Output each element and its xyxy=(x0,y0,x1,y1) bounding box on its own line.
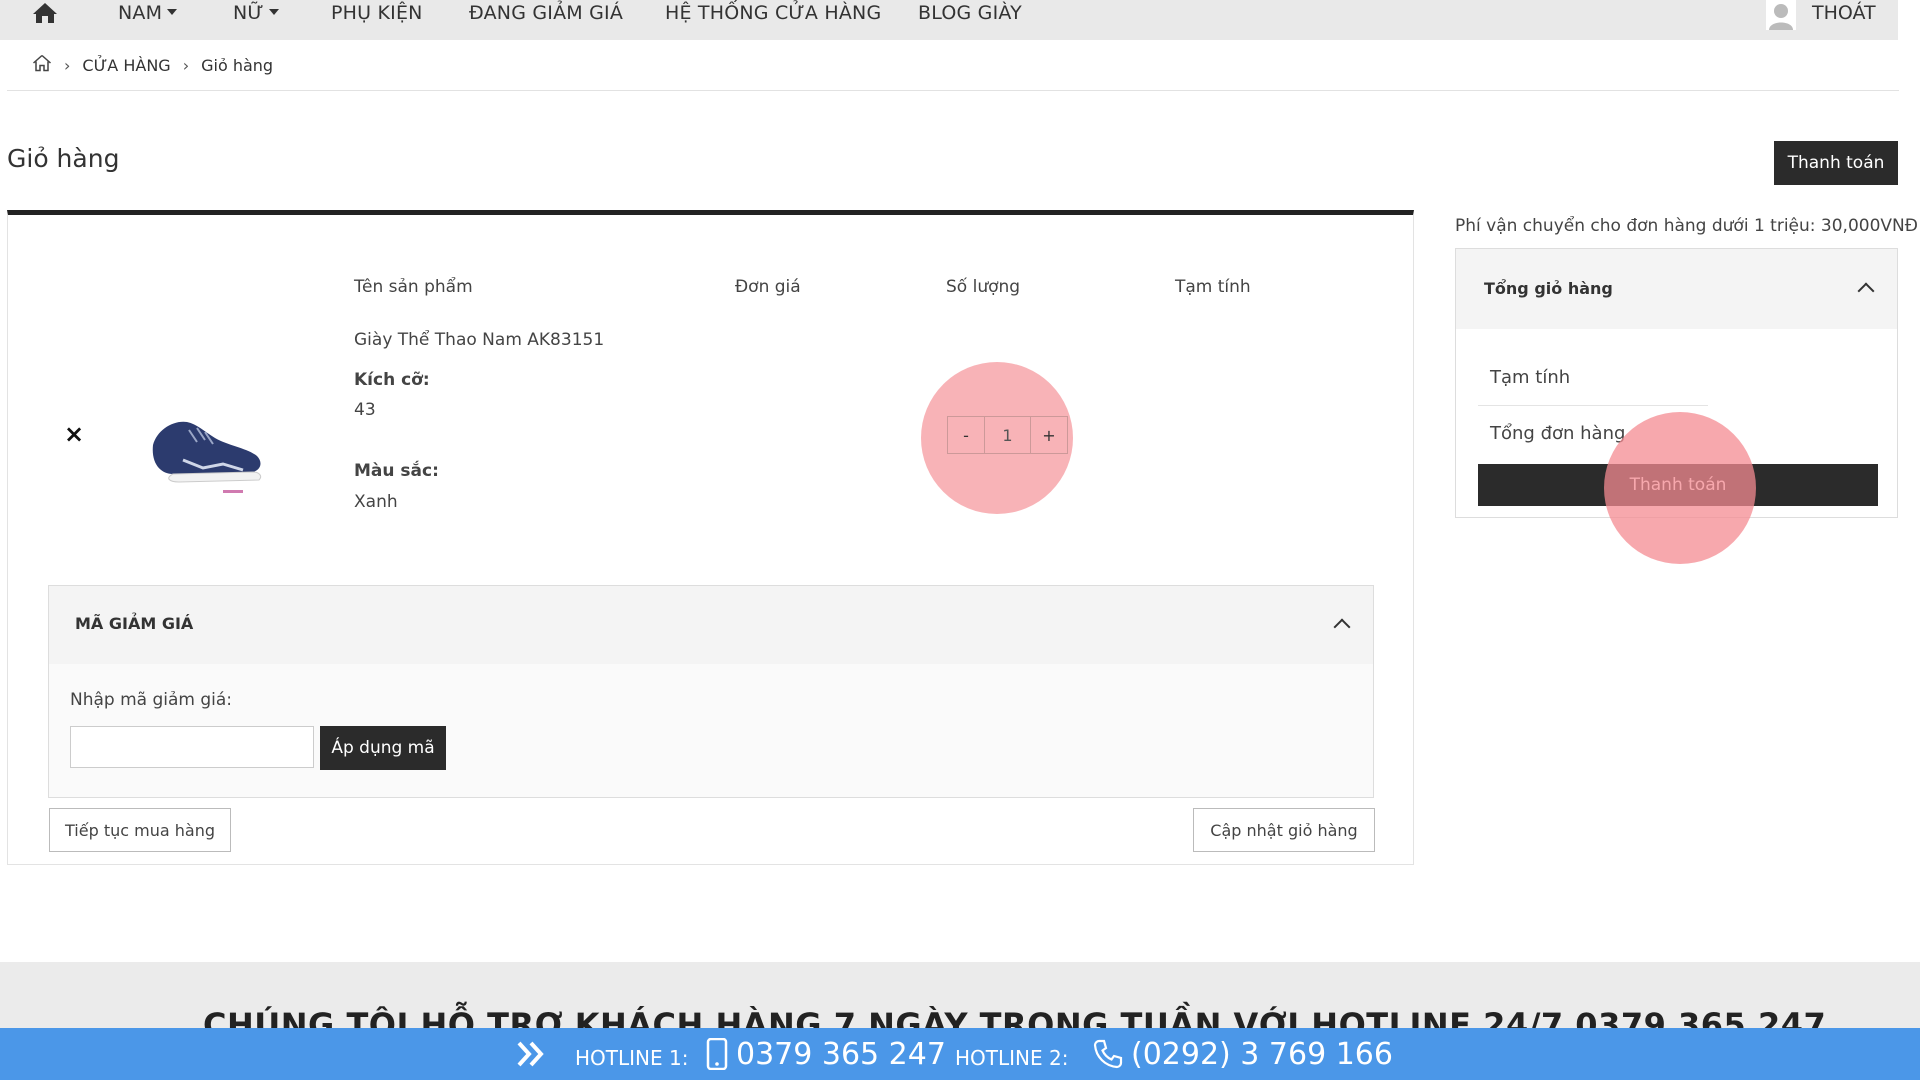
checkout-top-button[interactable]: Thanh toán xyxy=(1774,141,1898,185)
quantity-decrease-button[interactable]: - xyxy=(947,416,985,454)
column-header-quantity: Số lượng xyxy=(946,277,1021,297)
caret-down-icon xyxy=(268,9,279,15)
product-name-link[interactable]: Giày Thể Thao Nam AK83151 xyxy=(354,330,604,350)
size-value: 43 xyxy=(354,400,376,420)
divider xyxy=(1478,405,1708,406)
click-highlight xyxy=(1604,412,1756,564)
nav-item-label: NAM xyxy=(118,2,163,24)
chevron-up-icon[interactable] xyxy=(1333,618,1351,636)
remove-item-button[interactable]: × xyxy=(64,420,84,448)
page-title: Giỏ hàng xyxy=(7,144,120,173)
nav-item-blog-giay[interactable]: BLOG GIÀY xyxy=(918,2,1022,24)
breadcrumb-home-icon[interactable] xyxy=(32,54,52,76)
phone-icon xyxy=(1092,1028,1124,1080)
summary-total-label: Tổng đơn hàng xyxy=(1490,423,1626,444)
quantity-input[interactable]: 1 xyxy=(985,416,1030,454)
double-chevron-icon xyxy=(516,1028,546,1080)
breadcrumb: › CỬA HÀNG › Giỏ hàng xyxy=(32,52,273,78)
shipping-note: Phí vận chuyển cho đơn hàng dưới 1 triệu… xyxy=(1455,216,1918,236)
hotline1-label: HOTLINE 1: xyxy=(575,1046,689,1070)
breadcrumb-current: Giỏ hàng xyxy=(201,55,274,75)
quantity-stepper: - 1 + xyxy=(947,416,1068,454)
nav-item-dang-giam-gia[interactable]: ĐANG GIẢM GIÁ xyxy=(469,2,623,24)
breadcrumb-separator: › xyxy=(64,55,71,75)
summary-subtotal-label: Tạm tính xyxy=(1490,367,1571,388)
continue-shopping-button[interactable]: Tiếp tục mua hàng xyxy=(49,808,231,852)
caret-down-icon xyxy=(167,9,178,15)
nav-item-nu[interactable]: NỮ xyxy=(233,2,279,24)
breadcrumb-store-link[interactable]: CỬA HÀNG xyxy=(82,56,170,75)
coupon-label: Nhập mã giảm giá: xyxy=(70,690,233,710)
nav-item-nam[interactable]: NAM xyxy=(118,2,178,24)
color-label: Màu sắc: xyxy=(354,461,439,481)
chevron-up-icon[interactable] xyxy=(1857,282,1875,300)
divider xyxy=(7,90,1899,91)
mobile-phone-icon xyxy=(706,1028,728,1080)
hotline2-label: HOTLINE 2: xyxy=(955,1046,1069,1070)
logout-link[interactable]: THOÁT xyxy=(1812,2,1876,24)
product-thumbnail[interactable] xyxy=(143,390,268,500)
size-label: Kích cỡ: xyxy=(354,370,430,390)
summary-title: Tổng giỏ hàng xyxy=(1484,279,1613,298)
breadcrumb-separator: › xyxy=(182,55,190,75)
coupon-input[interactable] xyxy=(70,726,314,768)
hotline1-number[interactable]: 0379 365 247 xyxy=(736,1028,946,1080)
top-navigation: NAM NỮ PHỤ KIỆN ĐANG GIẢM GIÁ HỆ THỐNG C… xyxy=(0,0,1898,40)
summary-header[interactable]: Tổng giỏ hàng xyxy=(1456,249,1897,329)
coupon-section: MÃ GIẢM GIÁ Nhập mã giảm giá: Áp dụng mã xyxy=(48,585,1374,798)
column-header-subtotal: Tạm tính xyxy=(1175,277,1251,297)
hotline2-number[interactable]: (0292) 3 769 166 xyxy=(1131,1028,1393,1080)
user-icon[interactable] xyxy=(1766,0,1796,30)
nav-item-label: NỮ xyxy=(233,2,264,24)
column-header-product: Tên sản phẩm xyxy=(354,277,473,297)
nav-item-he-thong-cua-hang[interactable]: HỆ THỐNG CỬA HÀNG xyxy=(665,2,881,24)
home-icon[interactable] xyxy=(32,2,58,26)
hotline-bar: HOTLINE 1: 0379 365 247 HOTLINE 2: (0292… xyxy=(0,1028,1920,1080)
cart-panel: Tên sản phẩm Đơn giá Số lượng Tạm tính ×… xyxy=(7,210,1414,865)
coupon-header[interactable]: MÃ GIẢM GIÁ xyxy=(49,586,1373,664)
update-cart-button[interactable]: Cập nhật giỏ hàng xyxy=(1193,808,1375,852)
apply-coupon-button[interactable]: Áp dụng mã xyxy=(320,726,446,770)
nav-item-phu-kien[interactable]: PHỤ KIỆN xyxy=(331,2,423,24)
color-value: Xanh xyxy=(354,492,398,512)
coupon-title: MÃ GIẢM GIÁ xyxy=(75,614,194,633)
quantity-increase-button[interactable]: + xyxy=(1030,416,1068,454)
column-header-price: Đơn giá xyxy=(735,277,801,297)
